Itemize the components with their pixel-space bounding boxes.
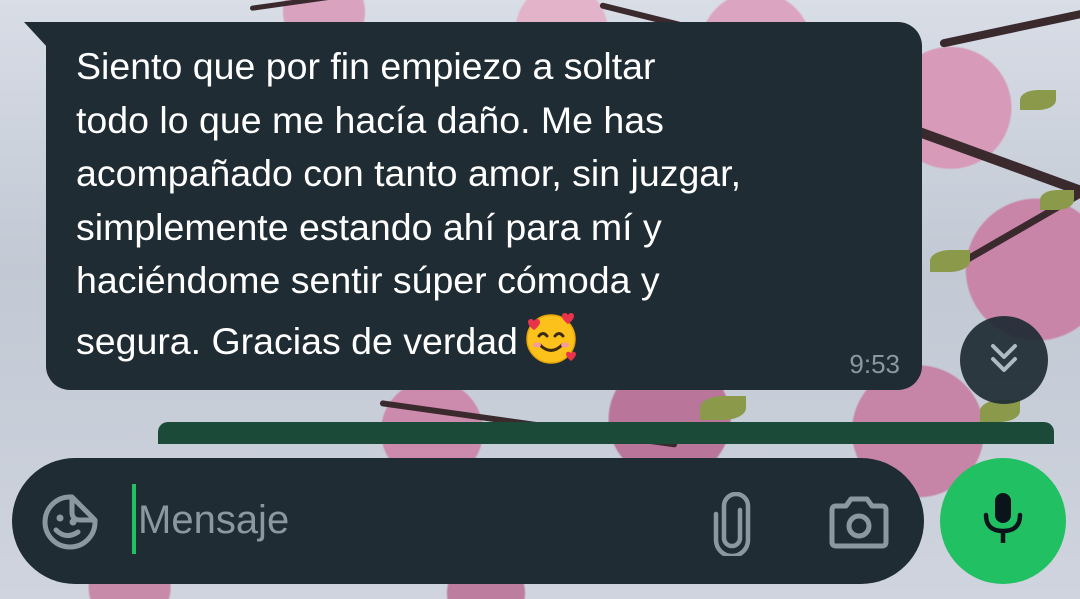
- message-text: Siento que por fin empiezo a soltar todo…: [76, 40, 896, 368]
- scroll-to-bottom-button[interactable]: [960, 316, 1048, 404]
- microphone-icon: [980, 491, 1026, 552]
- message-bubble-tail: [24, 22, 48, 48]
- attach-button[interactable]: [710, 491, 754, 559]
- sticker-smiley-icon: [40, 494, 100, 556]
- double-chevron-down-icon: [984, 338, 1024, 383]
- camera-button[interactable]: [828, 496, 890, 550]
- text-caret: [132, 484, 136, 554]
- smiling-face-with-hearts-icon: [522, 308, 580, 366]
- message-composer: [12, 458, 924, 584]
- voice-message-button[interactable]: [940, 458, 1066, 584]
- incoming-message-bubble[interactable]: Siento que por fin empiezo a soltar todo…: [46, 22, 922, 390]
- message-input[interactable]: [138, 488, 678, 552]
- camera-icon: [828, 496, 890, 554]
- paperclip-icon: [710, 491, 754, 560]
- message-timestamp: 9:53: [849, 349, 900, 379]
- outgoing-message-bubble-edge: [158, 422, 1054, 444]
- emoji-sticker-button[interactable]: [40, 492, 100, 552]
